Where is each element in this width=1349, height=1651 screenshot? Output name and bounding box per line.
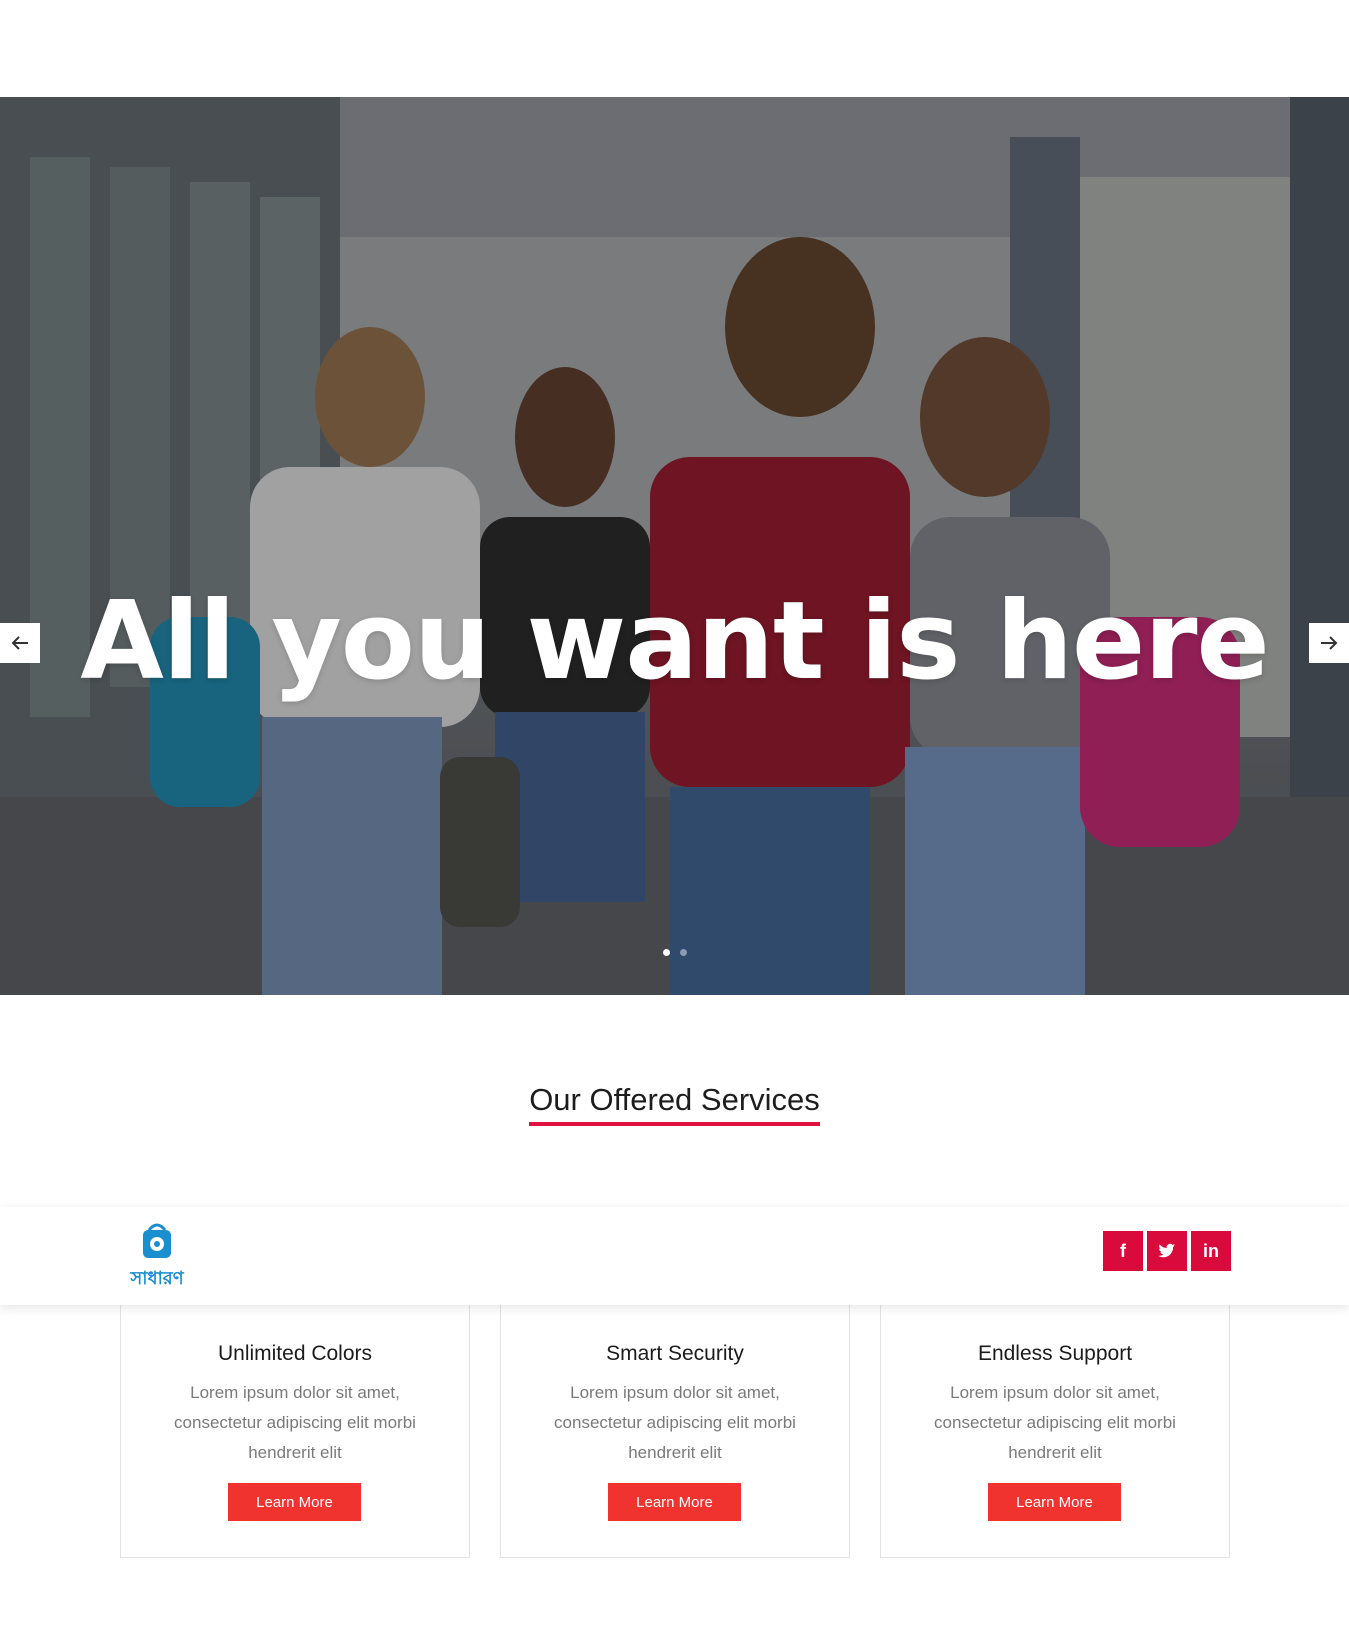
slider-pagination — [0, 949, 1349, 956]
twitter-icon — [1158, 1243, 1176, 1258]
slider-dot-2[interactable] — [679, 949, 687, 956]
slider-prev-button[interactable] — [0, 623, 40, 663]
service-title: Smart Security — [606, 1342, 744, 1365]
service-title: Unlimited Colors — [217, 1342, 373, 1365]
service-title: Endless Support — [977, 1342, 1133, 1365]
learn-more-button[interactable]: Learn More — [608, 1483, 741, 1521]
service-description: Lorem ipsum dolor sit amet, consectetur … — [174, 1383, 416, 1462]
hero-title: All you want is here — [80, 579, 1270, 704]
social-links: f in — [1103, 1231, 1231, 1271]
service-description: Lorem ipsum dolor sit amet, consectetur … — [554, 1383, 796, 1462]
shopping-bag-icon — [143, 1223, 171, 1258]
slider-dot-1[interactable] — [662, 949, 670, 956]
site-header: সাধারণ f in — [0, 1207, 1349, 1305]
service-description: Lorem ipsum dolor sit amet, consectetur … — [934, 1383, 1176, 1462]
services-heading-wrap: Our Offered Services — [0, 1082, 1349, 1126]
hero-overlay — [0, 97, 1349, 995]
learn-more-button[interactable]: Learn More — [988, 1483, 1121, 1521]
arrow-right-icon — [1321, 636, 1338, 650]
learn-more-button[interactable]: Learn More — [228, 1483, 361, 1521]
site-logo[interactable]: সাধারণ — [121, 1220, 193, 1290]
services-heading: Our Offered Services — [529, 1082, 820, 1126]
slider-next-button[interactable] — [1309, 623, 1349, 663]
facebook-button[interactable]: f — [1103, 1231, 1143, 1271]
arrow-left-icon — [11, 636, 28, 650]
facebook-icon: f — [1120, 1240, 1126, 1261]
hero-slider: All you want is here — [0, 97, 1349, 995]
linkedin-button[interactable]: in — [1191, 1231, 1231, 1271]
twitter-button[interactable] — [1147, 1231, 1187, 1271]
linkedin-icon: in — [1203, 1240, 1219, 1261]
logo-text: সাধারণ — [130, 1268, 184, 1289]
